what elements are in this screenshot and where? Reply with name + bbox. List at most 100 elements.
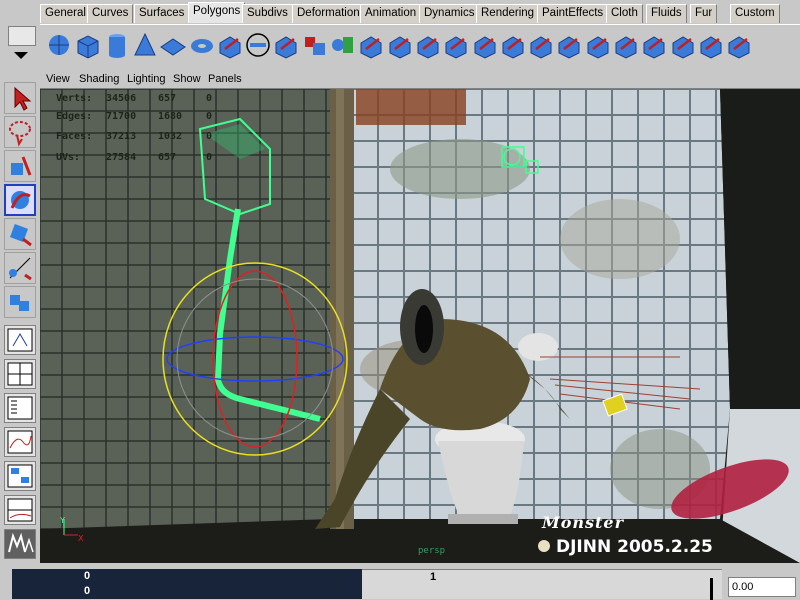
poly-cone-icon[interactable] [131, 31, 161, 61]
select-tool-button[interactable] [4, 82, 36, 114]
hud-edges-label: Edges: [56, 111, 93, 122]
poly-helix-icon[interactable] [244, 31, 274, 61]
tab-rendering[interactable]: Rendering [476, 4, 540, 23]
hud-uvs-extra: 0 [206, 152, 213, 163]
separate-icon[interactable] [357, 31, 387, 61]
time-track-top-value: 0 [84, 570, 91, 582]
shelf-menu[interactable] [0, 0, 40, 70]
menu-panels[interactable]: Panels [208, 73, 242, 85]
maya-logo [4, 529, 36, 559]
hud-edges-total: 71700 [106, 111, 137, 122]
paint-brush-icon [11, 156, 32, 176]
toolbox [0, 70, 40, 565]
smooth-icon[interactable] [386, 31, 416, 61]
rotate-tool-button[interactable] [4, 218, 36, 250]
merge-icon[interactable] [527, 31, 557, 61]
extract-icon[interactable] [272, 31, 302, 61]
layout-four-button[interactable] [4, 359, 36, 389]
layout-persp-graph-button[interactable] [4, 495, 36, 525]
tab-deformation[interactable]: Deformation [292, 4, 365, 23]
menu-lighting[interactable]: Lighting [127, 73, 166, 85]
layout-outliner-icon [7, 396, 33, 420]
camera-label: persp [418, 546, 446, 556]
cut-face-icon[interactable] [640, 31, 670, 61]
viewport-scene: Y X [40, 89, 800, 563]
tab-surfaces[interactable]: Surfaces [134, 4, 190, 23]
lasso-icon [9, 121, 31, 147]
tab-curves[interactable]: Curves [87, 4, 134, 23]
hud-uvs-total: 27584 [106, 152, 137, 163]
tab-fur[interactable]: Fur [690, 4, 718, 23]
hud-uvs-label: UVs: [56, 152, 81, 163]
subdivide-icon[interactable] [669, 31, 699, 61]
hud-faces-selected: 1032 [158, 131, 183, 142]
manipulator-tool-button[interactable] [4, 286, 36, 318]
poly-sphere-icon[interactable] [46, 31, 76, 61]
hud-edges-selected: 1680 [158, 111, 183, 122]
hud-edges-extra: 0 [206, 111, 213, 122]
poly-cylinder-icon[interactable] [103, 31, 133, 61]
perspective-viewport[interactable]: Y X Verts: 34506 657 0 Edges: 71700 1680… [40, 89, 800, 563]
layout-hypershade-icon [7, 464, 33, 488]
tab-custom[interactable]: Custom [730, 4, 780, 23]
hud-verts-extra: 0 [206, 93, 213, 104]
tab-polygons[interactable]: Polygons [188, 2, 246, 23]
tab-animation[interactable]: Animation [360, 4, 422, 23]
tab-fluids[interactable]: Fluids [646, 4, 687, 23]
tab-general[interactable]: General [40, 4, 91, 23]
menu-show[interactable]: Show [173, 73, 201, 85]
scale-tool-button[interactable] [4, 252, 36, 284]
hud-faces-label: Faces: [56, 131, 93, 142]
time-slider[interactable]: 0 0 1 [0, 563, 800, 600]
layout-persp-graph-icon [7, 498, 33, 522]
panel-menu-bar: View Shading Lighting Show Panels [40, 70, 800, 89]
layout-single-button[interactable] [4, 325, 36, 355]
hud-verts-selected: 657 [158, 93, 177, 104]
append-icon[interactable] [584, 31, 614, 61]
move-icon [10, 191, 31, 209]
poly-cube-icon[interactable] [74, 31, 104, 61]
tab-painteffects[interactable]: PaintEffects [537, 4, 609, 23]
extrude-face-icon[interactable] [414, 31, 444, 61]
triangulate-icon[interactable] [697, 31, 727, 61]
current-frame-indicator[interactable] [710, 578, 713, 600]
hud-uvs-selected: 657 [158, 152, 177, 163]
time-range-area[interactable]: 1 [362, 569, 722, 600]
quadrangulate-icon[interactable] [725, 31, 755, 61]
split-icon[interactable] [301, 31, 331, 61]
split-poly-icon[interactable] [612, 31, 642, 61]
bevel-icon[interactable] [471, 31, 501, 61]
layout-hypershade-button[interactable] [4, 461, 36, 491]
poly-torus-icon[interactable] [188, 31, 218, 61]
tab-subdivs[interactable]: Subdivs [242, 4, 293, 23]
extrude-edge-icon[interactable] [442, 31, 472, 61]
shelf-menu-arrow-icon[interactable] [14, 52, 28, 59]
lasso-tool-button[interactable] [4, 116, 36, 148]
frame-marker: 1 [430, 571, 437, 583]
poly-pipe-icon[interactable] [216, 31, 246, 61]
manipulator-icon [10, 295, 29, 311]
shelf-icon-row [40, 24, 800, 66]
layout-single-icon [7, 328, 33, 352]
poly-plane-icon[interactable] [159, 31, 189, 61]
paint-select-tool-button[interactable] [4, 150, 36, 182]
tab-dynamics[interactable]: Dynamics [419, 4, 480, 23]
combine-icon[interactable] [329, 31, 359, 61]
layout-outliner-button[interactable] [4, 393, 36, 423]
menu-shading[interactable]: Shading [79, 73, 119, 85]
wedge-icon[interactable] [499, 31, 529, 61]
menu-view[interactable]: View [46, 73, 70, 85]
hud-verts-total: 34506 [106, 93, 137, 104]
shelf-tab-bar: General Curves Surfaces Polygons Subdivs… [40, 0, 800, 24]
watermark-credit: DJINN 2005.2.25 [556, 537, 713, 557]
current-time-field[interactable] [728, 577, 796, 597]
shelf-editor-button[interactable] [8, 26, 36, 46]
time-track[interactable]: 0 0 [12, 569, 362, 599]
scale-icon [9, 257, 32, 281]
move-tool-button[interactable] [4, 184, 36, 216]
select-arrow-icon [14, 86, 32, 111]
watermark-cup-icon [538, 540, 550, 552]
layout-graph-button[interactable] [4, 427, 36, 457]
collapse-icon[interactable] [555, 31, 585, 61]
tab-cloth[interactable]: Cloth [606, 4, 643, 23]
